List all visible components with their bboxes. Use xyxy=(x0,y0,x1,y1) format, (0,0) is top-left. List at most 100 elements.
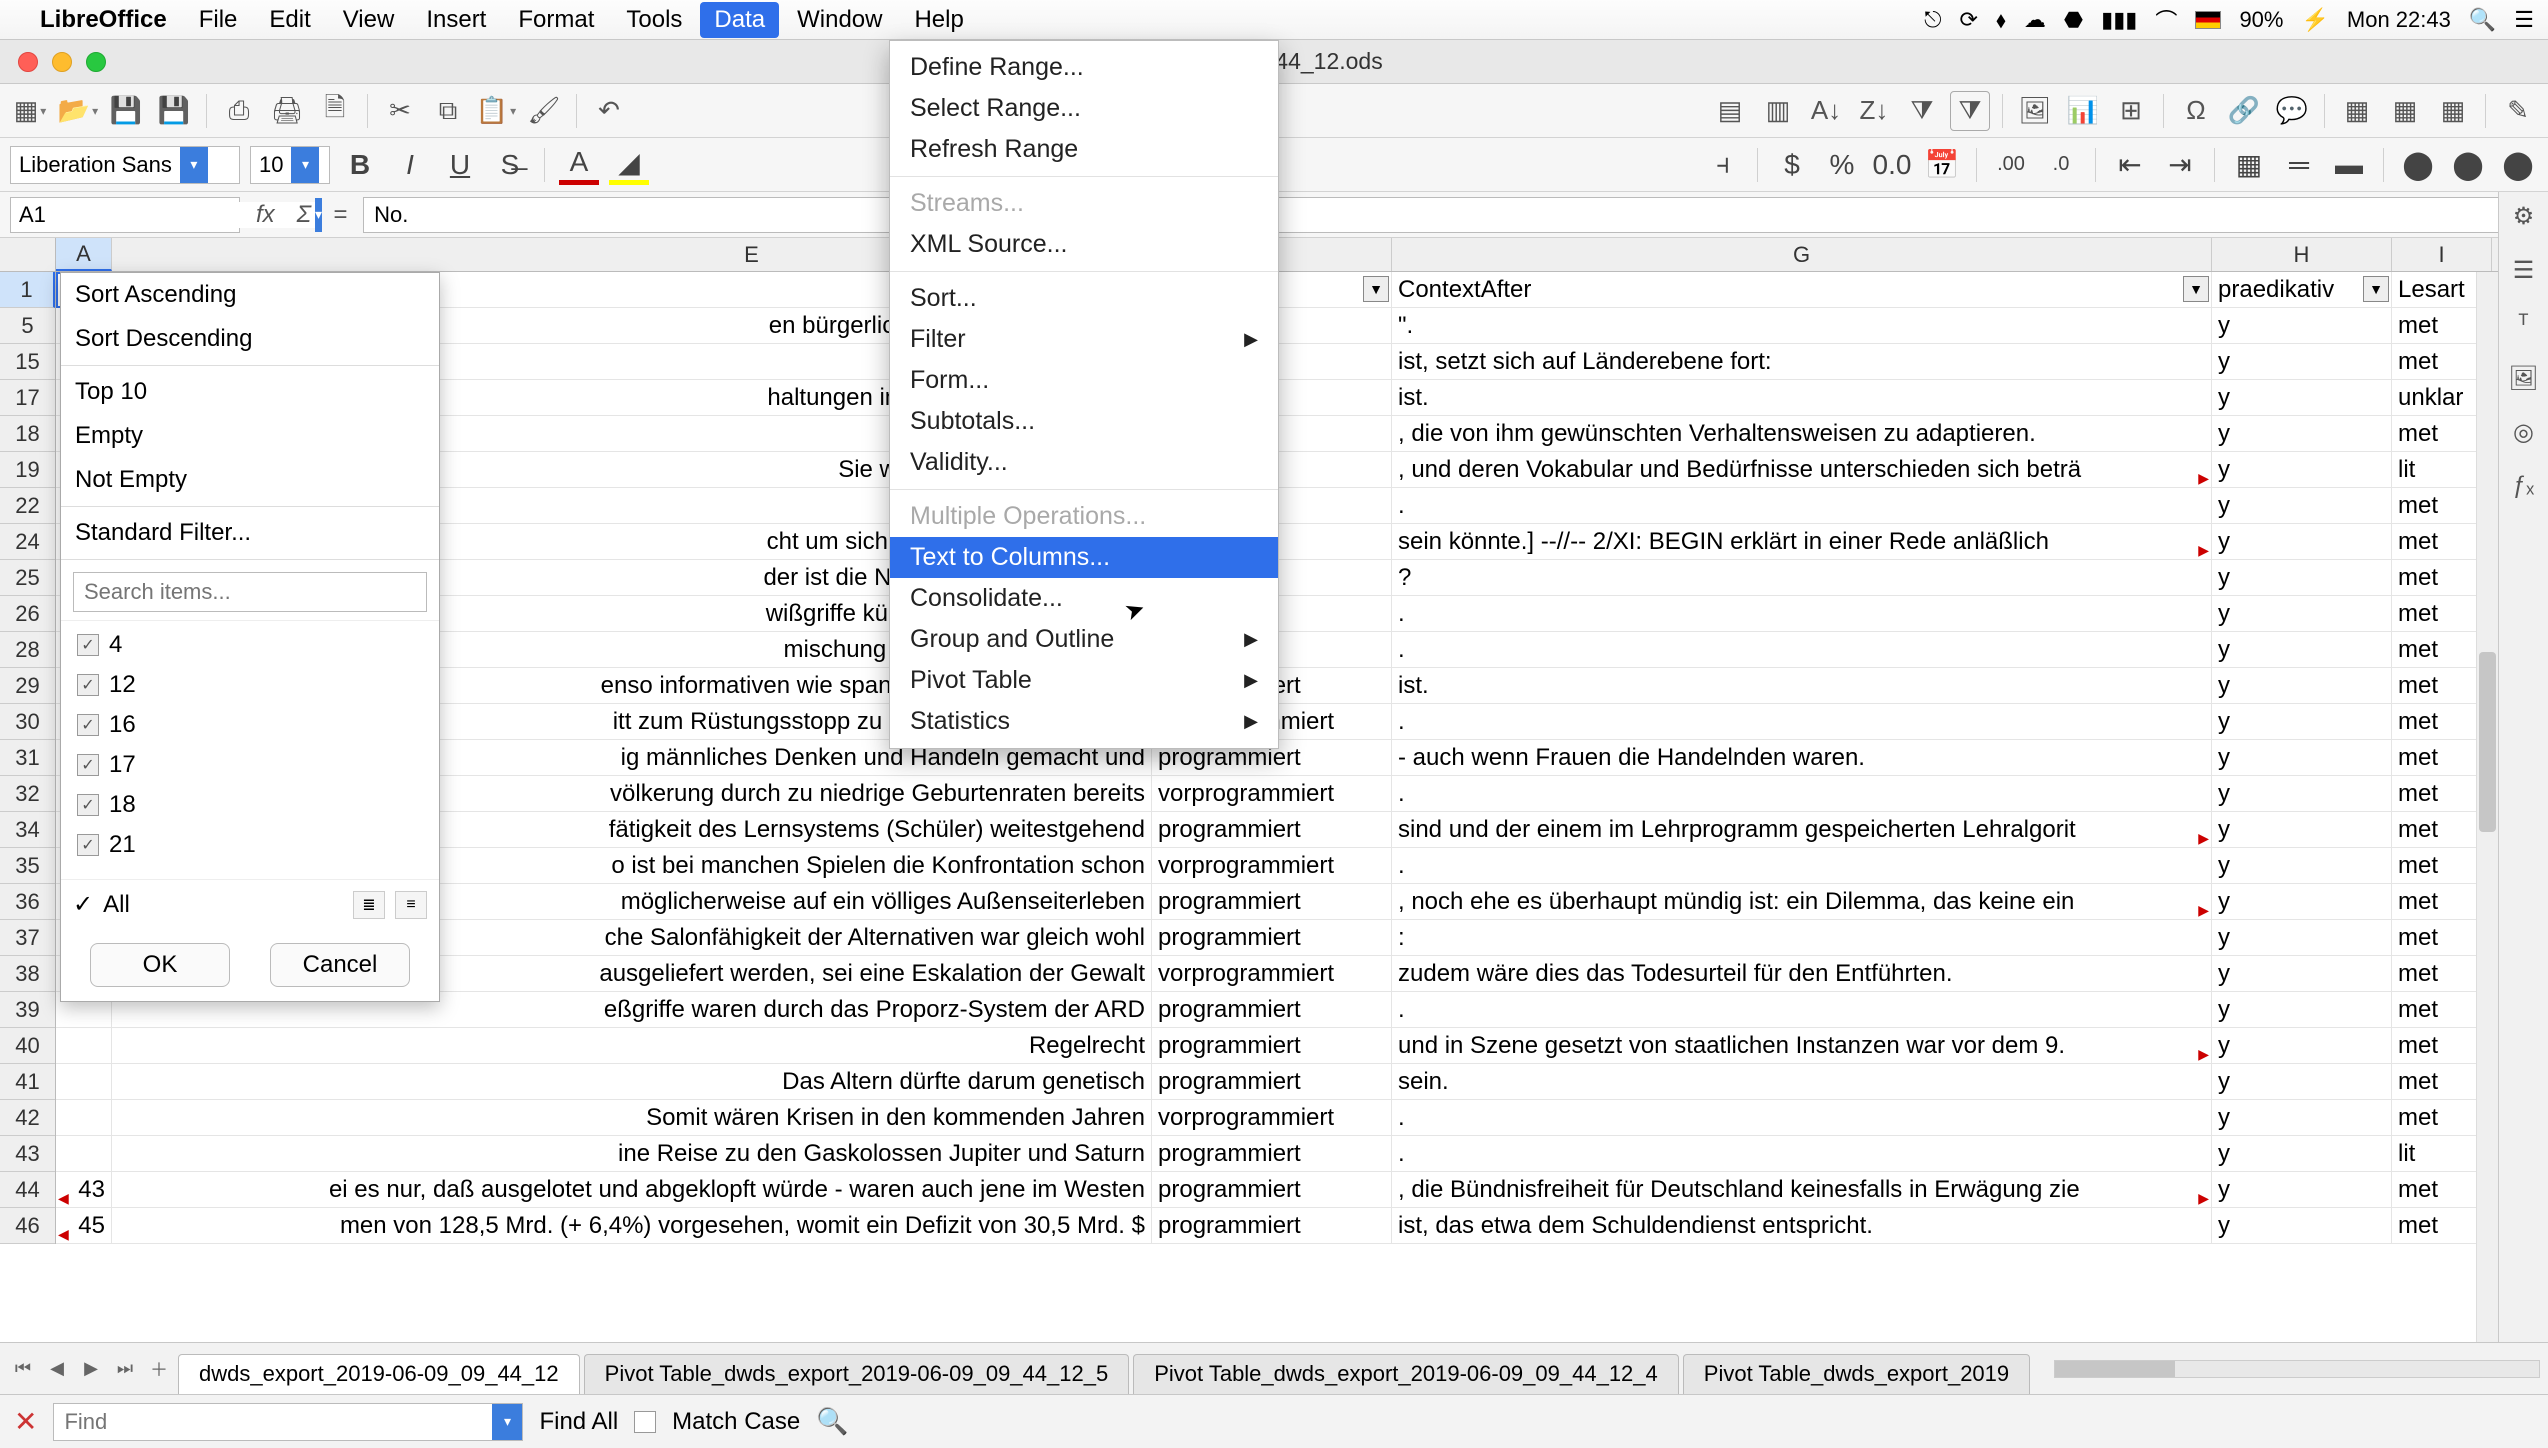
cell[interactable]: ist, das etwa dem Schuldendienst entspri… xyxy=(1392,1208,2212,1243)
add-decimal-button[interactable]: .00 xyxy=(1991,145,2031,185)
find-close-button[interactable]: ✕ xyxy=(14,1405,37,1438)
find-all-button[interactable]: Find All xyxy=(539,1408,618,1436)
cell[interactable]: , und deren Vokabular und Bedürfnisse un… xyxy=(1392,452,2212,487)
cell[interactable]: 45◀ xyxy=(56,1208,112,1243)
number-button[interactable]: 0.0 xyxy=(1872,145,1912,185)
cell[interactable]: y xyxy=(2212,1136,2392,1171)
merge-button[interactable]: ⫞ xyxy=(1703,145,1743,185)
sheet-tab-0[interactable]: dwds_export_2019-06-09_09_44_12 xyxy=(178,1354,580,1394)
date-button[interactable]: 📅 xyxy=(1922,145,1962,185)
autofilter-hideall-icon[interactable]: ≡ xyxy=(395,891,427,919)
cond-format3-button[interactable]: ⬤ xyxy=(2498,145,2538,185)
cond-format-button[interactable]: ⬤ xyxy=(2398,145,2438,185)
cell[interactable]: Somit wären Krisen in den kommenden Jahr… xyxy=(112,1100,1152,1135)
saveas-button[interactable]: 💾 xyxy=(154,91,194,131)
autofilter-standard-filter[interactable]: Standard Filter... xyxy=(61,511,439,555)
border-style-button[interactable]: ═ xyxy=(2279,145,2319,185)
menu-tools[interactable]: Tools xyxy=(612,2,696,38)
cell[interactable]: . xyxy=(1392,992,2212,1027)
percent-button[interactable]: % xyxy=(1822,145,1862,185)
cell[interactable]: y xyxy=(2212,1064,2392,1099)
font-size-combo[interactable]: 10 ▾ xyxy=(250,146,330,184)
highlight-color-button[interactable]: ◢ xyxy=(609,145,649,185)
checkbox-icon[interactable]: ✓ xyxy=(77,794,99,816)
row-header[interactable]: 32 xyxy=(0,776,55,812)
cell[interactable]: praedikativ▼ xyxy=(2212,272,2392,307)
row-header[interactable]: 26 xyxy=(0,596,55,632)
chart-button[interactable]: 📊 xyxy=(2063,91,2103,131)
shield-icon[interactable]: ⬣ xyxy=(2064,7,2083,33)
autofilter-search-input[interactable] xyxy=(73,572,427,612)
cell[interactable]: y xyxy=(2212,1028,2392,1063)
cell[interactable] xyxy=(56,1100,112,1135)
cell[interactable]: sein könnte.] --//-- 2/XI: BEGIN erklärt… xyxy=(1392,524,2212,559)
cell[interactable]: programmiert xyxy=(1152,1136,1392,1171)
select-all-corner[interactable] xyxy=(0,238,56,272)
row-header[interactable]: 19 xyxy=(0,452,55,488)
tab-add-button[interactable]: ＋ xyxy=(144,1354,174,1384)
print-button[interactable]: 🖨 xyxy=(267,91,307,131)
cell[interactable]: ist. xyxy=(1392,380,2212,415)
row-header[interactable]: 17 xyxy=(0,380,55,416)
menu-icon[interactable]: ☰ xyxy=(2514,7,2534,33)
cell[interactable]: vorprogrammiert xyxy=(1152,848,1392,883)
cell[interactable]: zudem wäre dies das Todesurteil für den … xyxy=(1392,956,2212,991)
cell[interactable]: . xyxy=(1392,1136,2212,1171)
data-menu-item[interactable]: Select Range... xyxy=(890,88,1278,129)
format-paintbrush-button[interactable]: 🖌 xyxy=(524,91,564,131)
find-search-icon[interactable]: 🔍 xyxy=(816,1406,848,1437)
border-color-button[interactable]: ▬ xyxy=(2329,145,2369,185)
cell[interactable]: Regelrecht xyxy=(112,1028,1152,1063)
autofilter-ok-button[interactable]: OK xyxy=(90,943,230,987)
col-header-G[interactable]: G xyxy=(1392,238,2212,271)
sidebar-settings-icon[interactable]: ⚙ xyxy=(2506,198,2542,234)
autofilter-showall-icon[interactable]: ≣ xyxy=(353,891,385,919)
row-header[interactable]: 38 xyxy=(0,956,55,992)
cell[interactable]: programmiert xyxy=(1152,1064,1392,1099)
app-name[interactable]: LibreOffice xyxy=(26,2,181,38)
indent-dec-button[interactable]: ⇤ xyxy=(2110,145,2150,185)
cell[interactable]: y xyxy=(2212,812,2392,847)
input-flag-de-icon[interactable] xyxy=(2195,11,2221,29)
cell[interactable]: und in Szene gesetzt von staatlichen Ins… xyxy=(1392,1028,2212,1063)
hyperlink-button[interactable]: 🔗 xyxy=(2224,91,2264,131)
zoom-window-button[interactable] xyxy=(86,52,106,72)
cell[interactable]: y xyxy=(2212,884,2392,919)
menu-format[interactable]: Format xyxy=(504,2,608,38)
data-menu-item[interactable]: Subtotals... xyxy=(890,401,1278,442)
tab-next-button[interactable]: ▶ xyxy=(76,1354,106,1384)
underline-button[interactable]: U xyxy=(440,145,480,185)
cell[interactable]: sein. xyxy=(1392,1064,2212,1099)
indent-inc-button[interactable]: ⇥ xyxy=(2160,145,2200,185)
row-header[interactable]: 37 xyxy=(0,920,55,956)
special-char-button[interactable]: Ω xyxy=(2176,91,2216,131)
data-menu-item[interactable]: Define Range... xyxy=(890,47,1278,88)
wifi-icon[interactable]: ⌒ xyxy=(2155,4,2177,36)
cell[interactable]: vorprogrammiert xyxy=(1152,776,1392,811)
formula-input[interactable]: No. xyxy=(363,197,2500,233)
cell[interactable]: y xyxy=(2212,596,2392,631)
find-dropdown-icon[interactable]: ▾ xyxy=(492,1404,522,1440)
autofilter-value-row[interactable]: ✓18 xyxy=(73,785,427,825)
print-preview-button[interactable]: 🗎 xyxy=(315,91,355,131)
font-name-dropdown-icon[interactable]: ▾ xyxy=(180,147,208,183)
row-header[interactable]: 29 xyxy=(0,668,55,704)
menu-data[interactable]: Data xyxy=(700,2,779,38)
row-header[interactable]: 36 xyxy=(0,884,55,920)
cell[interactable]: . xyxy=(1392,596,2212,631)
row-header[interactable]: 41 xyxy=(0,1064,55,1100)
sidebar-styles-icon[interactable]: ᵀ xyxy=(2506,306,2542,342)
row-header[interactable]: 1 xyxy=(0,272,55,308)
cell[interactable]: ist. xyxy=(1392,668,2212,703)
save-button[interactable]: 💾 xyxy=(106,91,146,131)
image-button[interactable]: 🖼 xyxy=(2015,91,2055,131)
autofilter-button[interactable]: ▼ xyxy=(1363,276,1389,302)
cell[interactable]: y xyxy=(2212,848,2392,883)
cell[interactable]: programmiert xyxy=(1152,1172,1392,1207)
horizontal-scrollbar[interactable] xyxy=(2054,1360,2540,1378)
cloud-icon[interactable]: ☁ xyxy=(2024,7,2046,33)
comment-button[interactable]: 💬 xyxy=(2272,91,2312,131)
cell[interactable]: y xyxy=(2212,308,2392,343)
cell[interactable]: y xyxy=(2212,668,2392,703)
menu-window[interactable]: Window xyxy=(783,2,896,38)
